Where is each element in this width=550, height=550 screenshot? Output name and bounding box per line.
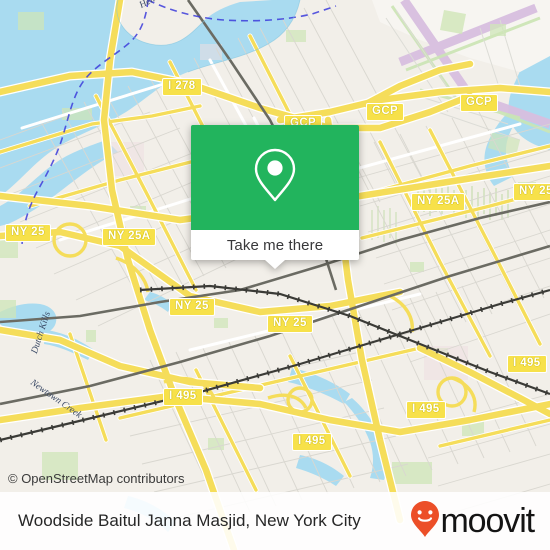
footer-bar: Woodside Baitul Janna Masjid, New York C… [0,492,550,550]
map-canvas[interactable]: I 278 GCP GCP GCP NY 25 NY 25A NY 25A NY… [0,0,550,550]
road-shield: NY 25A [411,193,466,211]
moovit-wordmark: moovit [440,502,535,540]
road-shield: I 495 [406,401,446,419]
map-screenshot: I 278 GCP GCP GCP NY 25 NY 25A NY 25A NY… [0,0,550,550]
moovit-logo[interactable]: moovit [410,500,535,543]
road-shield: NY 254 [513,183,550,201]
road-shield: NY 25 [5,224,51,242]
road-shield: NY 25A [102,228,157,246]
map-pin-icon [252,146,298,209]
moovit-pin-icon [410,500,440,543]
road-shield: NY 25 [169,298,215,316]
place-title: Woodside Baitul Janna Masjid, New York C… [18,511,361,530]
popup-tail [265,260,285,269]
place-popup-card[interactable]: Take me there [191,125,359,269]
road-shield: NY 25 [267,315,313,333]
popup-header [191,125,359,230]
take-me-there-button[interactable]: Take me there [191,230,359,260]
road-shield: I 495 [507,355,547,373]
road-shield: I 495 [163,388,203,406]
road-shield: GCP [460,94,499,112]
road-shield: I 278 [162,78,202,96]
road-shield: GCP [366,103,405,121]
map-vector-layer [0,0,550,550]
map-attribution[interactable]: © OpenStreetMap contributors [8,471,185,486]
road-shield: I 495 [292,433,332,451]
take-me-there-label: Take me there [226,236,324,254]
